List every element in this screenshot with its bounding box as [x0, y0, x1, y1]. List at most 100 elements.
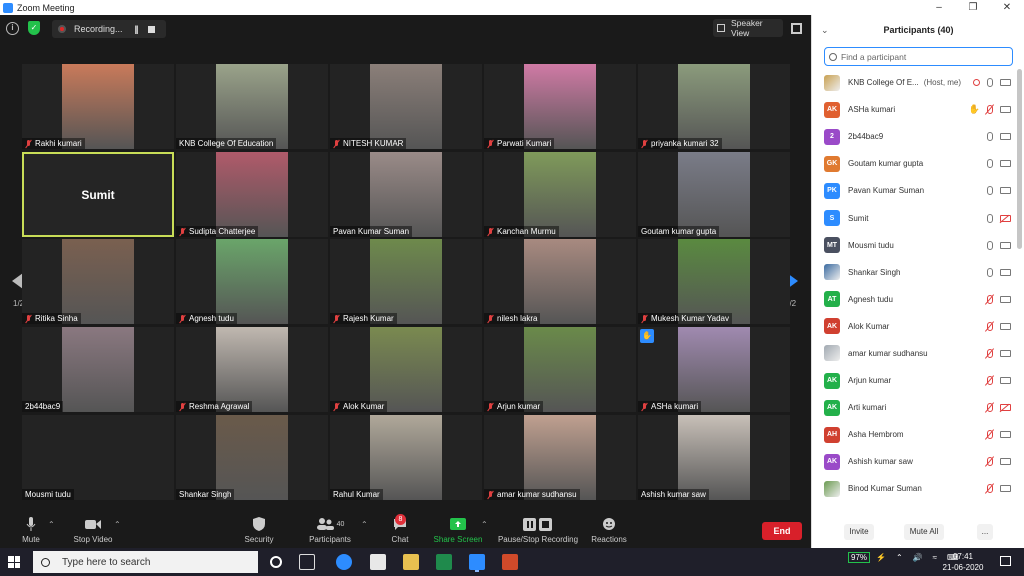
video-camera-icon[interactable]	[1000, 187, 1011, 195]
stop-video-button[interactable]: Stop Video	[70, 516, 116, 544]
participant-video-tile[interactable]: amar kumar sudhansu	[484, 415, 636, 500]
microphone-icon[interactable]	[987, 159, 993, 169]
participant-video-tile[interactable]: Pavan Kumar Suman	[330, 152, 482, 237]
participant-video-tile[interactable]: Parwati Kumari	[484, 64, 636, 149]
participant-list-item[interactable]: MT Mousmi tudu	[812, 232, 1017, 259]
video-options-caret-icon[interactable]: ⌃	[114, 520, 121, 529]
muted-microphone-icon[interactable]	[987, 484, 993, 494]
participant-video-tile[interactable]: priyanka kumari 32	[638, 64, 790, 149]
video-camera-icon[interactable]	[1000, 485, 1011, 493]
cortana-icon[interactable]	[270, 556, 282, 568]
video-camera-icon[interactable]	[1000, 268, 1011, 276]
muted-microphone-icon[interactable]	[987, 376, 993, 386]
muted-microphone-icon[interactable]	[987, 430, 993, 440]
start-button[interactable]	[0, 548, 28, 576]
encryption-shield-icon[interactable]: ✓	[28, 21, 40, 35]
minimize-button[interactable]: –	[922, 0, 956, 15]
participant-list-item[interactable]: AK Alok Kumar	[812, 313, 1017, 340]
participant-video-tile[interactable]: Ashish kumar saw	[638, 415, 790, 500]
participant-list-item[interactable]: AK Arti kumari	[812, 394, 1017, 421]
participants-button[interactable]: 40 Participants	[305, 516, 355, 544]
share-options-caret-icon[interactable]: ⌃	[481, 520, 488, 529]
participant-video-tile[interactable]: Ritika Sinha	[22, 239, 174, 324]
microphone-icon[interactable]	[987, 267, 993, 277]
speaker-view-button[interactable]: Speaker View	[713, 18, 783, 38]
muted-microphone-icon[interactable]	[987, 105, 993, 115]
task-view-icon[interactable]	[299, 554, 315, 570]
participant-search-input[interactable]: Find a participant	[824, 47, 1013, 66]
participant-video-tile[interactable]: NITESH KUMAR	[330, 64, 482, 149]
video-camera-icon[interactable]	[1000, 160, 1011, 168]
fullscreen-icon[interactable]	[791, 23, 802, 34]
participant-video-tile[interactable]: Rajesh Kumar	[330, 239, 482, 324]
chat-button[interactable]: 8 Chat	[387, 514, 413, 544]
powerpoint-icon[interactable]	[502, 554, 518, 570]
tray-chevron-icon[interactable]: ⌃	[896, 553, 903, 562]
mute-all-button[interactable]: Mute All	[904, 524, 944, 540]
participant-list-item[interactable]: GK Goutam kumar gupta	[812, 150, 1017, 177]
battery-indicator[interactable]: 97%	[848, 552, 871, 563]
store-icon[interactable]	[370, 554, 386, 570]
video-camera-icon[interactable]	[1000, 79, 1011, 87]
participant-video-tile[interactable]: Goutam kumar gupta	[638, 152, 790, 237]
muted-microphone-icon[interactable]	[987, 403, 993, 413]
microphone-icon[interactable]	[987, 213, 993, 223]
participant-list-item[interactable]: AK Arjun kumar	[812, 367, 1017, 394]
video-camera-icon[interactable]	[1000, 349, 1011, 357]
participant-video-tile[interactable]: Mousmi tudu	[22, 415, 174, 500]
pause-recording-icon[interactable]: ||	[135, 24, 139, 34]
muted-microphone-icon[interactable]	[987, 348, 993, 358]
participant-video-tile[interactable]: Arjun kumar	[484, 327, 636, 412]
muted-microphone-icon[interactable]	[987, 321, 993, 331]
meeting-info-icon[interactable]: i	[6, 22, 19, 35]
reactions-button[interactable]: Reactions	[589, 516, 629, 544]
system-clock[interactable]: 07:41 21-06-2020	[938, 551, 988, 573]
participant-list-item[interactable]: 2 2b44bac9	[812, 123, 1017, 150]
stop-recording-icon[interactable]	[147, 25, 155, 33]
participant-list-scrollbar[interactable]	[1017, 69, 1022, 249]
excel-icon[interactable]	[436, 554, 452, 570]
video-camera-icon[interactable]	[1000, 106, 1011, 114]
participant-video-tile[interactable]: Agnesh tudu	[176, 239, 328, 324]
microphone-icon[interactable]	[987, 132, 993, 142]
participant-video-tile[interactable]: 2b44bac9	[22, 327, 174, 412]
participant-list-item[interactable]: amar kumar sudhansu	[812, 340, 1017, 367]
audio-options-caret-icon[interactable]: ⌃	[48, 520, 55, 529]
participant-video-tile[interactable]: ✋ ASHa kumari	[638, 327, 790, 412]
mute-button[interactable]: Mute	[18, 516, 44, 544]
maximize-button[interactable]: ❐	[956, 0, 990, 15]
participant-video-tile[interactable]: Alok Kumar	[330, 327, 482, 412]
video-off-icon[interactable]	[1000, 214, 1011, 222]
pause-stop-recording-button[interactable]: Pause/Stop Recording	[496, 516, 580, 544]
participant-video-tile[interactable]: Sudipta Chatterjee	[176, 152, 328, 237]
microphone-icon[interactable]	[987, 78, 993, 88]
microphone-icon[interactable]	[987, 186, 993, 196]
participant-video-tile[interactable]: KNB College Of Education	[176, 64, 328, 149]
participant-list-item[interactable]: PK Pavan Kumar Suman	[812, 177, 1017, 204]
more-options-button[interactable]: ...	[977, 524, 993, 540]
zoom-taskbar-icon[interactable]	[469, 554, 485, 570]
participant-video-tile[interactable]: Rahul Kumar	[330, 415, 482, 500]
video-camera-icon[interactable]	[1000, 241, 1011, 249]
video-off-icon[interactable]	[1000, 404, 1011, 412]
video-camera-icon[interactable]	[1000, 431, 1011, 439]
muted-microphone-icon[interactable]	[987, 457, 993, 467]
security-button[interactable]: Security	[240, 516, 278, 544]
muted-microphone-icon[interactable]	[987, 294, 993, 304]
participant-video-tile[interactable]: nilesh lakra	[484, 239, 636, 324]
participant-video-tile[interactable]: Reshma Agrawal	[176, 327, 328, 412]
end-meeting-button[interactable]: End	[762, 522, 802, 540]
edge-browser-icon[interactable]	[336, 554, 352, 570]
video-camera-icon[interactable]	[1000, 295, 1011, 303]
participant-list-item[interactable]: Shankar Singh	[812, 259, 1017, 286]
collapse-panel-chevron-icon[interactable]: ⌄	[821, 15, 829, 45]
participant-list-item[interactable]: S Sumit	[812, 204, 1017, 231]
participant-list-item[interactable]: KNB College Of E... (Host, me)	[812, 69, 1017, 96]
close-button[interactable]: ✕	[990, 0, 1024, 15]
file-explorer-icon[interactable]	[403, 554, 419, 570]
wifi-icon[interactable]: ≈	[933, 553, 937, 562]
participant-video-tile[interactable]: Mukesh Kumar Yadav	[638, 239, 790, 324]
video-camera-icon[interactable]	[1000, 377, 1011, 385]
microphone-icon[interactable]	[987, 240, 993, 250]
invite-button[interactable]: Invite	[844, 524, 874, 540]
